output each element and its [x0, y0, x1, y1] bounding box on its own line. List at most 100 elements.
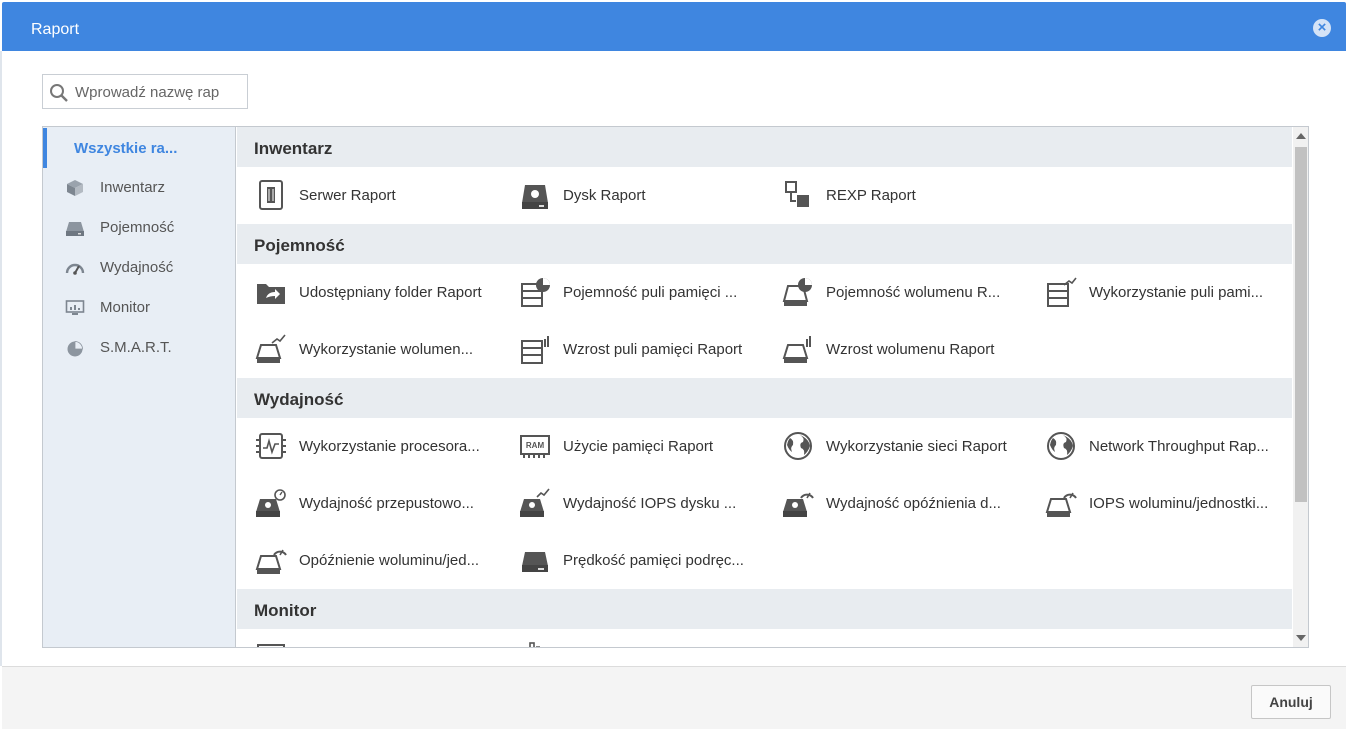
volume-growth-icon [782, 336, 811, 363]
report-item-network-usage[interactable]: Wykorzystanie sieci Raport [781, 426, 1031, 466]
report-list: Inwentarz Serwer Raport Dysk Raport REXP… [237, 127, 1292, 647]
report-item-label: Network Throughput Rap... [1089, 438, 1269, 455]
section-header-performance: Wydajność [237, 378, 1292, 418]
sidebar-item-label: Wydajność [100, 259, 174, 276]
report-item-disk-iops[interactable]: Wydajność IOPS dysku ... [518, 483, 768, 523]
report-item-label: Opóźnienie woluminu/jed... [299, 552, 480, 569]
report-item-volume-usage[interactable]: Wykorzystanie wolumen... [254, 329, 504, 369]
volume-latency-icon [255, 549, 287, 574]
pool-growth-icon [521, 336, 549, 364]
report-item-label: Użycie pamięci Raport [563, 438, 714, 455]
report-item-volume-capacity[interactable]: Pojemność wolumenu R... [781, 272, 1031, 312]
sidebar-item-monitor[interactable]: Monitor [43, 287, 236, 327]
sidebar-item-all[interactable]: Wszystkie ra... [43, 128, 236, 168]
report-item-monitor-partial-2[interactable] [518, 637, 768, 647]
disk-throughput-icon [256, 489, 286, 517]
pool-usage-icon [1047, 277, 1077, 307]
report-item-volume-growth[interactable]: Wzrost wolumenu Raport [781, 329, 1031, 369]
cache-icon [522, 552, 548, 572]
section-title: Monitor [254, 601, 317, 620]
search-box[interactable] [42, 74, 248, 109]
globe-icon [784, 432, 812, 460]
pool-capacity-icon [521, 278, 550, 307]
dialog-title: Raport [31, 21, 80, 38]
volume-iops-icon [1045, 492, 1077, 517]
rexp-icon [785, 181, 809, 207]
sidebar-item-performance[interactable]: Wydajność [43, 247, 236, 287]
report-item-volume-latency[interactable]: Opóźnienie woluminu/jed... [254, 540, 504, 580]
scroll-down-icon[interactable] [1296, 635, 1306, 641]
svg-text:RAM: RAM [526, 441, 545, 450]
gauge-icon [65, 263, 85, 275]
report-item-label: IOPS woluminu/jednostki... [1089, 495, 1269, 512]
report-item-label: Wydajność przepustowo... [299, 495, 474, 512]
report-item-rexp[interactable]: REXP Raport [781, 175, 1031, 215]
server-icon [259, 180, 283, 210]
report-item-disk-latency[interactable]: Wydajność opóźnienia d... [781, 483, 1031, 523]
report-item-pool-capacity[interactable]: Pojemność puli pamięci ... [518, 272, 768, 312]
volume-usage-icon [255, 334, 286, 363]
disk-latency-icon [783, 492, 814, 517]
report-item-monitor-partial[interactable] [254, 637, 504, 647]
scroll-up-icon[interactable] [1296, 133, 1306, 139]
report-item-disk-throughput[interactable]: Wydajność przepustowo... [254, 483, 504, 523]
report-item-label: Wydajność IOPS dysku ... [563, 495, 737, 512]
section-title: Wydajność [254, 390, 344, 409]
dialog-footer: Anuluj [2, 666, 1346, 729]
section-title: Inwentarz [254, 139, 333, 158]
cube-icon [67, 180, 83, 196]
vertical-scrollbar[interactable] [1293, 127, 1308, 647]
section-title: Pojemność [254, 236, 345, 255]
report-item-pool-usage[interactable]: Wykorzystanie puli pami... [1044, 272, 1292, 312]
cpu-icon [256, 433, 286, 459]
sidebar-item-label: Pojemność [100, 219, 175, 236]
dialog-titlebar: Raport × [2, 2, 1346, 51]
sidebar-item-capacity[interactable]: Pojemność [43, 207, 236, 247]
report-item-label: Pojemność wolumenu R... [826, 284, 1001, 301]
report-item-shared-folder[interactable]: Udostępniany folder Raport [254, 272, 504, 312]
report-item-label: Dysk Raport [563, 187, 646, 204]
report-item-label: Wykorzystanie puli pami... [1089, 284, 1264, 301]
sidebar-item-label: Wszystkie ra... [74, 140, 178, 157]
report-item-volume-iops[interactable]: IOPS woluminu/jednostki... [1044, 483, 1292, 523]
monitor-icon [257, 644, 285, 647]
report-item-label: Serwer Raport [299, 187, 396, 204]
report-item-ram[interactable]: RAM Użycie pamięci Raport [518, 426, 768, 466]
sidebar-item-label: Monitor [100, 299, 151, 316]
monitor-icon [65, 300, 85, 315]
disk-iops-icon [520, 488, 550, 517]
sidebar-item-smart[interactable]: S.M.A.R.T. [43, 327, 236, 367]
globe-icon [1047, 432, 1075, 460]
report-item-server[interactable]: Serwer Raport [254, 175, 504, 215]
report-item-label: Wzrost wolumenu Raport [826, 341, 995, 358]
search-input[interactable] [75, 82, 243, 102]
report-item-pool-growth[interactable]: Wzrost puli pamięci Raport [518, 329, 768, 369]
cancel-button[interactable]: Anuluj [1251, 685, 1331, 719]
report-panel: Wszystkie ra... Inwentarz Pojemność Wyda… [42, 126, 1309, 648]
category-sidebar: Wszystkie ra... Inwentarz Pojemność Wyda… [43, 127, 236, 647]
search-icon [50, 84, 68, 102]
report-item-network-throughput[interactable]: Network Throughput Rap... [1044, 426, 1292, 466]
sidebar-item-label: S.M.A.R.T. [100, 339, 172, 356]
close-icon[interactable]: × [1313, 19, 1331, 37]
ram-icon: RAM [520, 435, 550, 458]
disk-icon [522, 185, 548, 209]
scroll-thumb[interactable] [1295, 147, 1307, 502]
shared-folder-icon [257, 284, 285, 304]
section-header-inventory: Inwentarz [237, 127, 1292, 167]
report-item-label: Wydajność opóźnienia d... [826, 495, 1001, 512]
report-item-cache-speed[interactable]: Prędkość pamięci podręc... [518, 540, 768, 580]
sidebar-item-inventory[interactable]: Inwentarz [43, 167, 236, 207]
report-item-label: Wykorzystanie wolumen... [299, 341, 474, 358]
report-item-label: Pojemność puli pamięci ... [563, 284, 738, 301]
pie-icon [67, 341, 83, 357]
report-item-label: Wzrost puli pamięci Raport [563, 341, 743, 358]
report-item-cpu[interactable]: Wykorzystanie procesora... [254, 426, 504, 466]
dialog-edge [0, 51, 2, 666]
sidebar-item-label: Inwentarz [100, 179, 166, 196]
report-item-label: Wykorzystanie procesora... [299, 438, 480, 455]
thermometer-icon [529, 642, 540, 647]
report-item-label: Wykorzystanie sieci Raport [826, 438, 1007, 455]
report-item-disk[interactable]: Dysk Raport [518, 175, 768, 215]
volume-capacity-icon [782, 278, 812, 306]
